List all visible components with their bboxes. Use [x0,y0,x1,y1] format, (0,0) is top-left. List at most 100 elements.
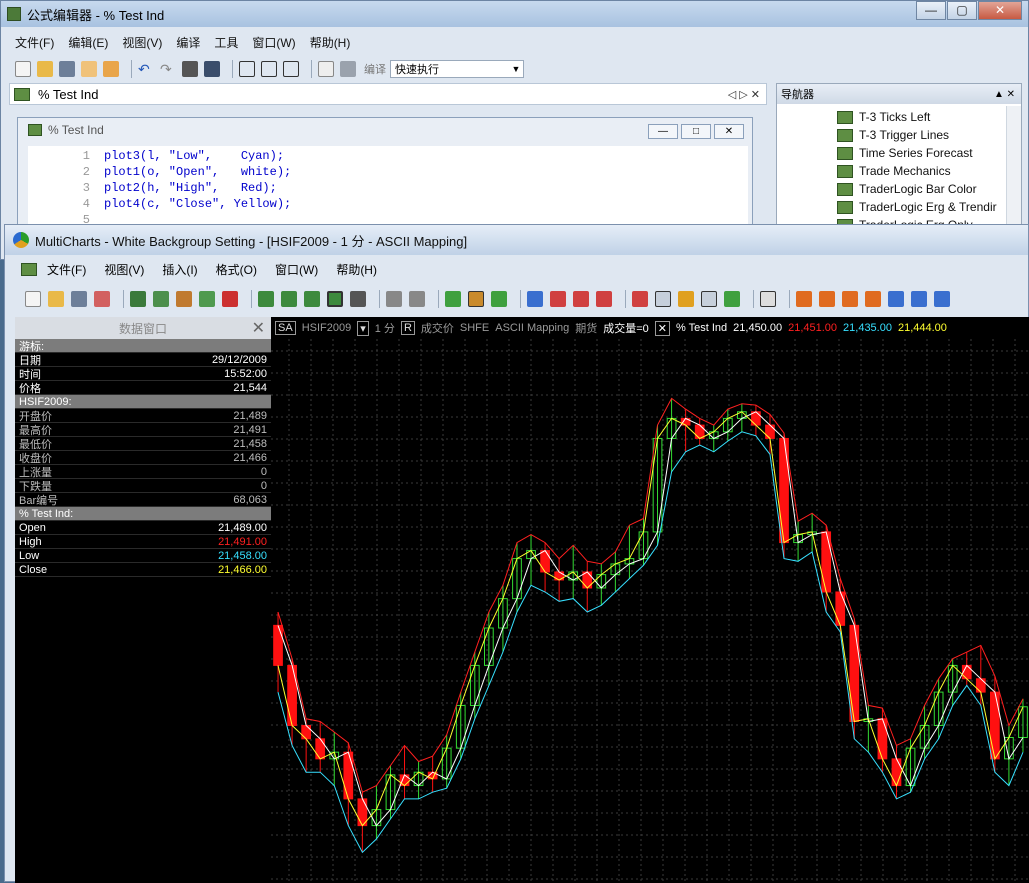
indicator-icon [14,87,30,101]
multicharts-window: MultiCharts - White Backgroup Setting - … [4,224,1029,883]
bars-icon[interactable] [445,291,461,307]
fib-icon[interactable] [573,291,589,307]
find-icon[interactable] [182,61,198,77]
open-folder-icon[interactable] [37,61,53,77]
quote-icon[interactable] [153,291,169,307]
properties-icon[interactable] [318,61,334,77]
price-type-label: 成交价 [420,323,454,335]
split-view-icon[interactable] [261,61,277,77]
zoom-out-icon[interactable] [724,291,740,307]
chart-window-icon[interactable] [21,262,37,276]
open-folder-icon[interactable] [48,291,64,307]
active-chart-icon[interactable] [327,291,343,307]
navigator-item[interactable]: TraderLogic Erg & Trendir [837,198,997,216]
navigator-item[interactable]: Trade Mechanics [837,162,997,180]
compress-icon[interactable] [865,291,881,307]
maximize-button[interactable]: ▢ [947,1,977,20]
save-icon[interactable] [71,291,87,307]
doc-close-button[interactable]: ✕ [714,124,744,139]
menu-window[interactable]: 窗口(W) [252,34,295,51]
scroll-right-icon[interactable] [819,291,835,307]
line-chart-icon[interactable] [281,291,297,307]
data-window-panel: 数据窗口 ✕ 游标: 日期 29/12/2009 时间 15:52:00 价格 21,… [15,317,271,883]
trendline-icon[interactable] [550,291,566,307]
navigator-item[interactable]: T-3 Trigger Lines [837,126,997,144]
navigator-item[interactable]: T-3 Ticks Left [837,108,997,126]
price-chart[interactable]: SA HSIF2009 ▾ 1 分 R 成交价 SHFE ASCII Mappi… [271,317,1029,883]
compile-icon[interactable] [340,61,356,77]
scroll-left-icon[interactable] [796,291,812,307]
indicator-icon [837,200,853,214]
split-horizontal-icon[interactable] [239,61,255,77]
hourglass-icon[interactable] [842,291,858,307]
pointer-icon[interactable] [632,291,648,307]
exchange-label: SHFE [459,322,490,334]
print-icon[interactable] [94,291,110,307]
new-file-icon[interactable] [25,291,41,307]
menu-window[interactable]: 窗口(W) [275,261,318,278]
menu-tools[interactable]: 工具 [214,34,238,51]
undo-icon[interactable]: ↶ [138,61,154,77]
scale-down-icon[interactable] [911,291,927,307]
zoom-in-icon[interactable] [701,291,717,307]
sa-button[interactable]: SA [275,321,296,335]
data-window-icon[interactable] [760,291,776,307]
tab-test-ind[interactable]: % Test Ind [38,87,98,102]
format-window-icon[interactable] [409,291,425,307]
menu-edit[interactable]: 编辑(E) [68,34,108,51]
menu-compile[interactable]: 编译 [176,34,200,51]
redo-icon[interactable]: ↷ [160,61,176,77]
menu-help[interactable]: 帮助(H) [310,34,351,51]
split-vertical-icon[interactable] [283,61,299,77]
scale-up-icon[interactable] [888,291,904,307]
close-icon[interactable]: ✕ [252,318,265,338]
dom-icon[interactable] [199,291,215,307]
bar-chart-icon[interactable] [258,291,274,307]
check-icon[interactable] [491,291,507,307]
doc-restore-button[interactable]: □ [681,124,711,139]
data-row: 最低价 21,458 [15,437,271,451]
menu-insert[interactable]: 插入(I) [162,261,197,278]
crosshair-icon[interactable] [655,291,671,307]
candles-icon[interactable] [468,291,484,307]
plot-high-line [277,397,1024,793]
new-file-icon[interactable] [15,61,31,77]
menu-file[interactable]: 文件(F) [47,261,86,278]
menu-view[interactable]: 视图(V) [104,261,144,278]
format-instrument-icon[interactable] [386,291,402,307]
export-icon[interactable] [81,61,97,77]
navigator-controls[interactable]: ▲ ✕ [994,89,1021,100]
navigator-item[interactable]: Time Series Forecast [837,144,997,162]
tab-nav-controls[interactable]: ◁ ▷ ✕ [728,88,760,101]
editor-toolbar: ↶ ↷ 编译 快速执行 ▼ [15,57,766,81]
menu-help[interactable]: 帮助(H) [336,261,377,278]
scanner-icon[interactable] [176,291,192,307]
comment-icon[interactable] [678,291,694,307]
r-button[interactable]: R [400,321,415,335]
chart-icon[interactable] [130,291,146,307]
doc-minimize-button[interactable]: — [648,124,678,139]
minimize-button[interactable]: — [916,1,946,20]
menu-format[interactable]: 格式(O) [216,261,257,278]
data-row: Open 21,489.00 [15,521,271,535]
record-icon[interactable] [222,291,238,307]
import-icon[interactable] [103,61,119,77]
delete-drawing-icon[interactable] [596,291,612,307]
execution-mode-combo[interactable]: 快速执行 ▼ [390,60,524,78]
menu-file[interactable]: 文件(F) [15,34,54,51]
save-icon[interactable] [59,61,75,77]
chart-canvas[interactable] [271,317,1029,883]
compile-label[interactable]: 编译 [364,61,386,77]
chevron-down-icon[interactable]: ▼ [509,64,523,74]
drawing-tool-icon[interactable] [527,291,543,307]
replace-icon[interactable] [204,61,220,77]
menu-view[interactable]: 视图(V) [122,34,162,51]
navigator-item[interactable]: TraderLogic Bar Color [837,180,997,198]
interval-dropdown[interactable]: ▾ [357,320,369,336]
candle-chart-icon[interactable] [304,291,320,307]
remove-indicator-icon[interactable]: ✕ [654,320,670,336]
code-editor[interactable]: 1 plot3(l, "Low", Cyan); 2 plot1(o, "Open"… [28,146,748,227]
nav-back-icon[interactable] [934,291,950,307]
dropdown-icon[interactable] [350,291,366,307]
close-button[interactable]: ✕ [978,1,1022,20]
